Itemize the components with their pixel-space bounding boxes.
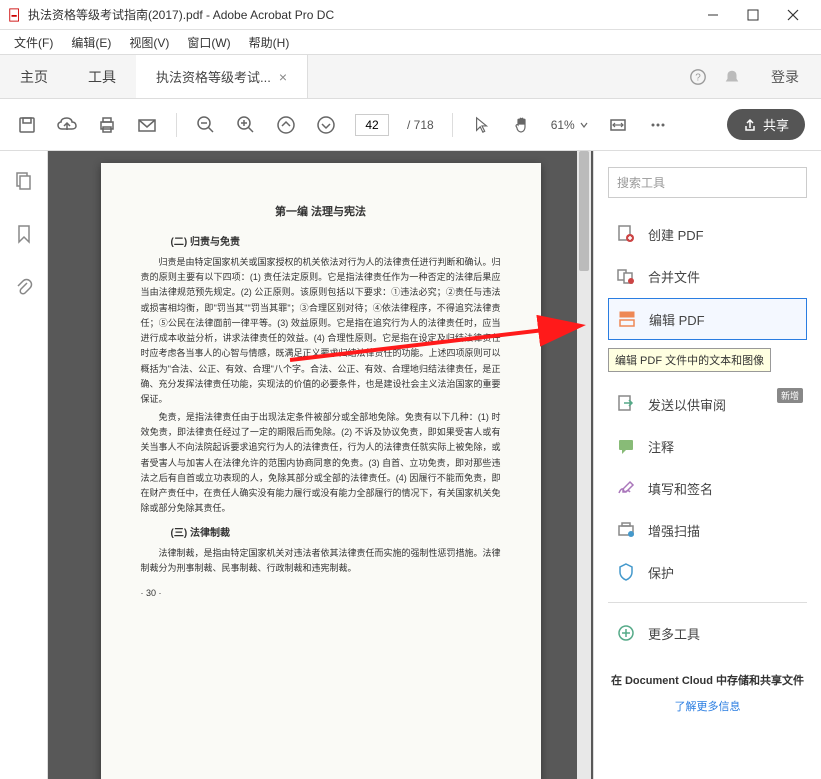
zoom-in-icon[interactable] <box>235 114 257 136</box>
cloud-icon[interactable] <box>56 114 78 136</box>
cursor-icon[interactable] <box>471 114 493 136</box>
tools-pane: 搜索工具 创建 PDF 合并文件 编辑 PDF 导出 PDF 发送以供审阅 新增… <box>593 151 821 779</box>
menu-bar: 文件(F) 编辑(E) 视图(V) 窗口(W) 帮助(H) <box>0 30 821 54</box>
thumbnails-icon[interactable] <box>14 171 34 196</box>
share-button[interactable]: 共享 <box>727 109 805 140</box>
tab-close-icon[interactable]: × <box>279 69 287 85</box>
page-total: / 718 <box>407 118 434 132</box>
zoom-out-icon[interactable] <box>195 114 217 136</box>
more-icon[interactable] <box>647 114 669 136</box>
tool-comment[interactable]: 注释 <box>608 426 807 466</box>
menu-help[interactable]: 帮助(H) <box>249 34 290 51</box>
tool-label: 注释 <box>648 437 674 456</box>
top-nav: 主页 工具 执法资格等级考试... × ? 登录 <box>0 54 821 99</box>
document-pane[interactable]: 第一编 法理与宪法 (二) 归责与免责 归责是由特定国家机关或国家授权的机关依法… <box>48 151 593 779</box>
tool-label: 更多工具 <box>648 624 700 643</box>
tool-edit-pdf[interactable]: 编辑 PDF <box>608 298 807 340</box>
close-button[interactable] <box>773 1 813 29</box>
nav-home[interactable]: 主页 <box>0 55 68 98</box>
help-icon[interactable]: ? <box>681 68 715 86</box>
menu-file[interactable]: 文件(F) <box>14 34 53 51</box>
tab-label: 执法资格等级考试... <box>156 67 271 86</box>
print-icon[interactable] <box>96 114 118 136</box>
send-review-icon <box>616 394 636 414</box>
chevron-down-icon <box>579 120 589 130</box>
vertical-scrollbar[interactable] <box>577 151 591 779</box>
search-tools-input[interactable]: 搜索工具 <box>608 167 807 198</box>
create-pdf-icon <box>616 224 636 244</box>
chapter-header: 第一编 法理与宪法 <box>141 203 501 222</box>
paragraph-2: 免责，是指法律责任由于出现法定条件被部分或全部地免除。免责有以下几种：(1) 时… <box>141 410 501 517</box>
tool-combine-files[interactable]: 合并文件 <box>608 256 807 296</box>
svg-text:?: ? <box>695 72 701 83</box>
paragraph-1: 归责是由特定国家机关或国家授权的机关依法对行为人的法律责任进行判断和确认。归责的… <box>141 255 501 408</box>
comment-icon <box>616 436 636 456</box>
nav-tools[interactable]: 工具 <box>68 55 136 98</box>
window-title: 执法资格等级考试指南(2017).pdf - Adobe Acrobat Pro… <box>28 6 693 23</box>
main-area: 第一编 法理与宪法 (二) 归责与免责 归责是由特定国家机关或国家授权的机关依法… <box>0 151 821 779</box>
page-footer-number: · 30 · <box>141 586 501 601</box>
attachment-icon[interactable] <box>14 277 34 302</box>
tool-send-review[interactable]: 发送以供审阅 新增 <box>608 384 807 424</box>
more-tools-icon <box>616 623 636 643</box>
minimize-button[interactable] <box>693 1 733 29</box>
cloud-promo-text: 在 Document Cloud 中存储和共享文件 <box>608 673 807 690</box>
edit-pdf-tooltip: 编辑 PDF 文件中的文本和图像 <box>608 348 771 372</box>
edit-pdf-icon <box>617 309 637 329</box>
bookmark-icon[interactable] <box>14 224 34 249</box>
tool-label: 发送以供审阅 <box>648 395 726 414</box>
tool-more[interactable]: 更多工具 <box>608 613 807 653</box>
pdf-icon <box>8 8 22 22</box>
hand-icon[interactable] <box>511 114 533 136</box>
new-badge: 新增 <box>777 388 803 403</box>
tool-label: 保护 <box>648 563 674 582</box>
protect-icon <box>616 562 636 582</box>
share-icon <box>743 118 757 132</box>
section-3-title: (三) 法律制裁 <box>171 525 501 542</box>
zoom-dropdown[interactable]: 61% <box>551 118 589 132</box>
page-number-input[interactable] <box>355 114 389 136</box>
learn-more-link[interactable]: 了解更多信息 <box>608 698 807 714</box>
tool-label: 填写和签名 <box>648 479 713 498</box>
page-down-icon[interactable] <box>315 114 337 136</box>
tool-protect[interactable]: 保护 <box>608 552 807 592</box>
tool-create-pdf[interactable]: 创建 PDF <box>608 214 807 254</box>
menu-view[interactable]: 视图(V) <box>129 34 169 51</box>
title-bar: 执法资格等级考试指南(2017).pdf - Adobe Acrobat Pro… <box>0 0 821 30</box>
tool-label: 编辑 PDF <box>649 310 705 329</box>
tool-label: 增强扫描 <box>648 521 700 540</box>
save-icon[interactable] <box>16 114 38 136</box>
document-tab[interactable]: 执法资格等级考试... × <box>136 55 308 98</box>
maximize-button[interactable] <box>733 1 773 29</box>
section-2-title: (二) 归责与免责 <box>171 234 501 251</box>
paragraph-3: 法律制裁，是指由特定国家机关对违法者依其法律责任而实施的强制性惩罚措施。法律制裁… <box>141 546 501 577</box>
share-label: 共享 <box>763 115 789 134</box>
left-sidebar <box>0 151 48 779</box>
pdf-page: 第一编 法理与宪法 (二) 归责与免责 归责是由特定国家机关或国家授权的机关依法… <box>101 163 541 779</box>
scrollbar-thumb[interactable] <box>579 151 589 271</box>
combine-icon <box>616 266 636 286</box>
window-controls <box>693 1 813 29</box>
menu-window[interactable]: 窗口(W) <box>187 34 230 51</box>
tool-label: 合并文件 <box>648 267 700 286</box>
mail-icon[interactable] <box>136 114 158 136</box>
bell-icon[interactable] <box>715 68 749 86</box>
toolbar: / 718 61% 共享 <box>0 99 821 151</box>
tool-label: 创建 PDF <box>648 225 704 244</box>
fill-sign-icon <box>616 478 636 498</box>
zoom-value: 61% <box>551 118 575 132</box>
page-up-icon[interactable] <box>275 114 297 136</box>
scan-icon <box>616 520 636 540</box>
tool-enhance-scan[interactable]: 增强扫描 <box>608 510 807 550</box>
fit-width-icon[interactable] <box>607 114 629 136</box>
menu-edit[interactable]: 编辑(E) <box>71 34 111 51</box>
tool-fill-sign[interactable]: 填写和签名 <box>608 468 807 508</box>
login-link[interactable]: 登录 <box>749 55 821 98</box>
